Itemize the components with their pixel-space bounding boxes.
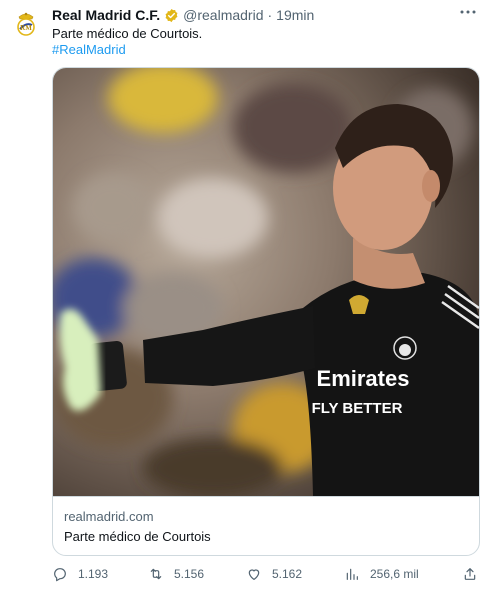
link-card[interactable]: Emirates FLY BETTER realmadrid.com Parte… xyxy=(52,67,480,556)
retweet-count: 5.156 xyxy=(174,567,205,581)
retweet-icon xyxy=(150,568,162,580)
tweet-time[interactable]: 19min xyxy=(276,7,314,23)
card-title: Parte médico de Courtois xyxy=(64,529,211,544)
like-count: 5.162 xyxy=(272,567,303,581)
reply-icon xyxy=(54,568,66,582)
hashtag-link[interactable]: #RealMadrid xyxy=(52,42,126,58)
tweet-text: Parte médico de Courtois. xyxy=(52,26,203,41)
like-button[interactable]: 5.162 xyxy=(246,564,302,584)
retweet-button[interactable]: 5.156 xyxy=(148,564,204,584)
author-handle[interactable]: @realmadrid xyxy=(183,7,263,23)
verified-badge-icon xyxy=(165,8,178,22)
shirt-slogan-text: FLY BETTER xyxy=(312,400,403,417)
card-meta[interactable]: realmadrid.com Parte médico de Courtois xyxy=(53,496,479,555)
real-madrid-crest-icon: RM xyxy=(10,8,42,40)
views-icon xyxy=(346,568,358,580)
shirt-sponsor-text: Emirates xyxy=(317,366,410,391)
card-image[interactable]: Emirates FLY BETTER xyxy=(53,68,479,496)
svg-text:RM: RM xyxy=(20,24,32,32)
author-name[interactable]: Real Madrid C.F. xyxy=(52,7,160,23)
action-bar: 1.193 5.156 5.162 256,6 mil xyxy=(52,564,480,584)
reply-button[interactable]: 1.193 xyxy=(52,564,108,584)
views-button[interactable]: 256,6 mil xyxy=(344,564,419,584)
card-domain: realmadrid.com xyxy=(64,509,154,524)
avatar[interactable]: RM xyxy=(10,8,42,40)
share-button[interactable] xyxy=(462,564,478,584)
views-count: 256,6 mil xyxy=(370,567,419,581)
more-icon[interactable] xyxy=(458,4,478,20)
reply-count: 1.193 xyxy=(78,567,109,581)
separator-dot: · xyxy=(267,7,273,23)
share-icon xyxy=(464,568,476,580)
tweet-header: Real Madrid C.F. @realmadrid · 19min xyxy=(52,6,476,24)
heart-icon xyxy=(248,569,260,580)
tweet[interactable]: RM Real Madrid C.F. @realmadrid · 19min … xyxy=(0,0,488,592)
